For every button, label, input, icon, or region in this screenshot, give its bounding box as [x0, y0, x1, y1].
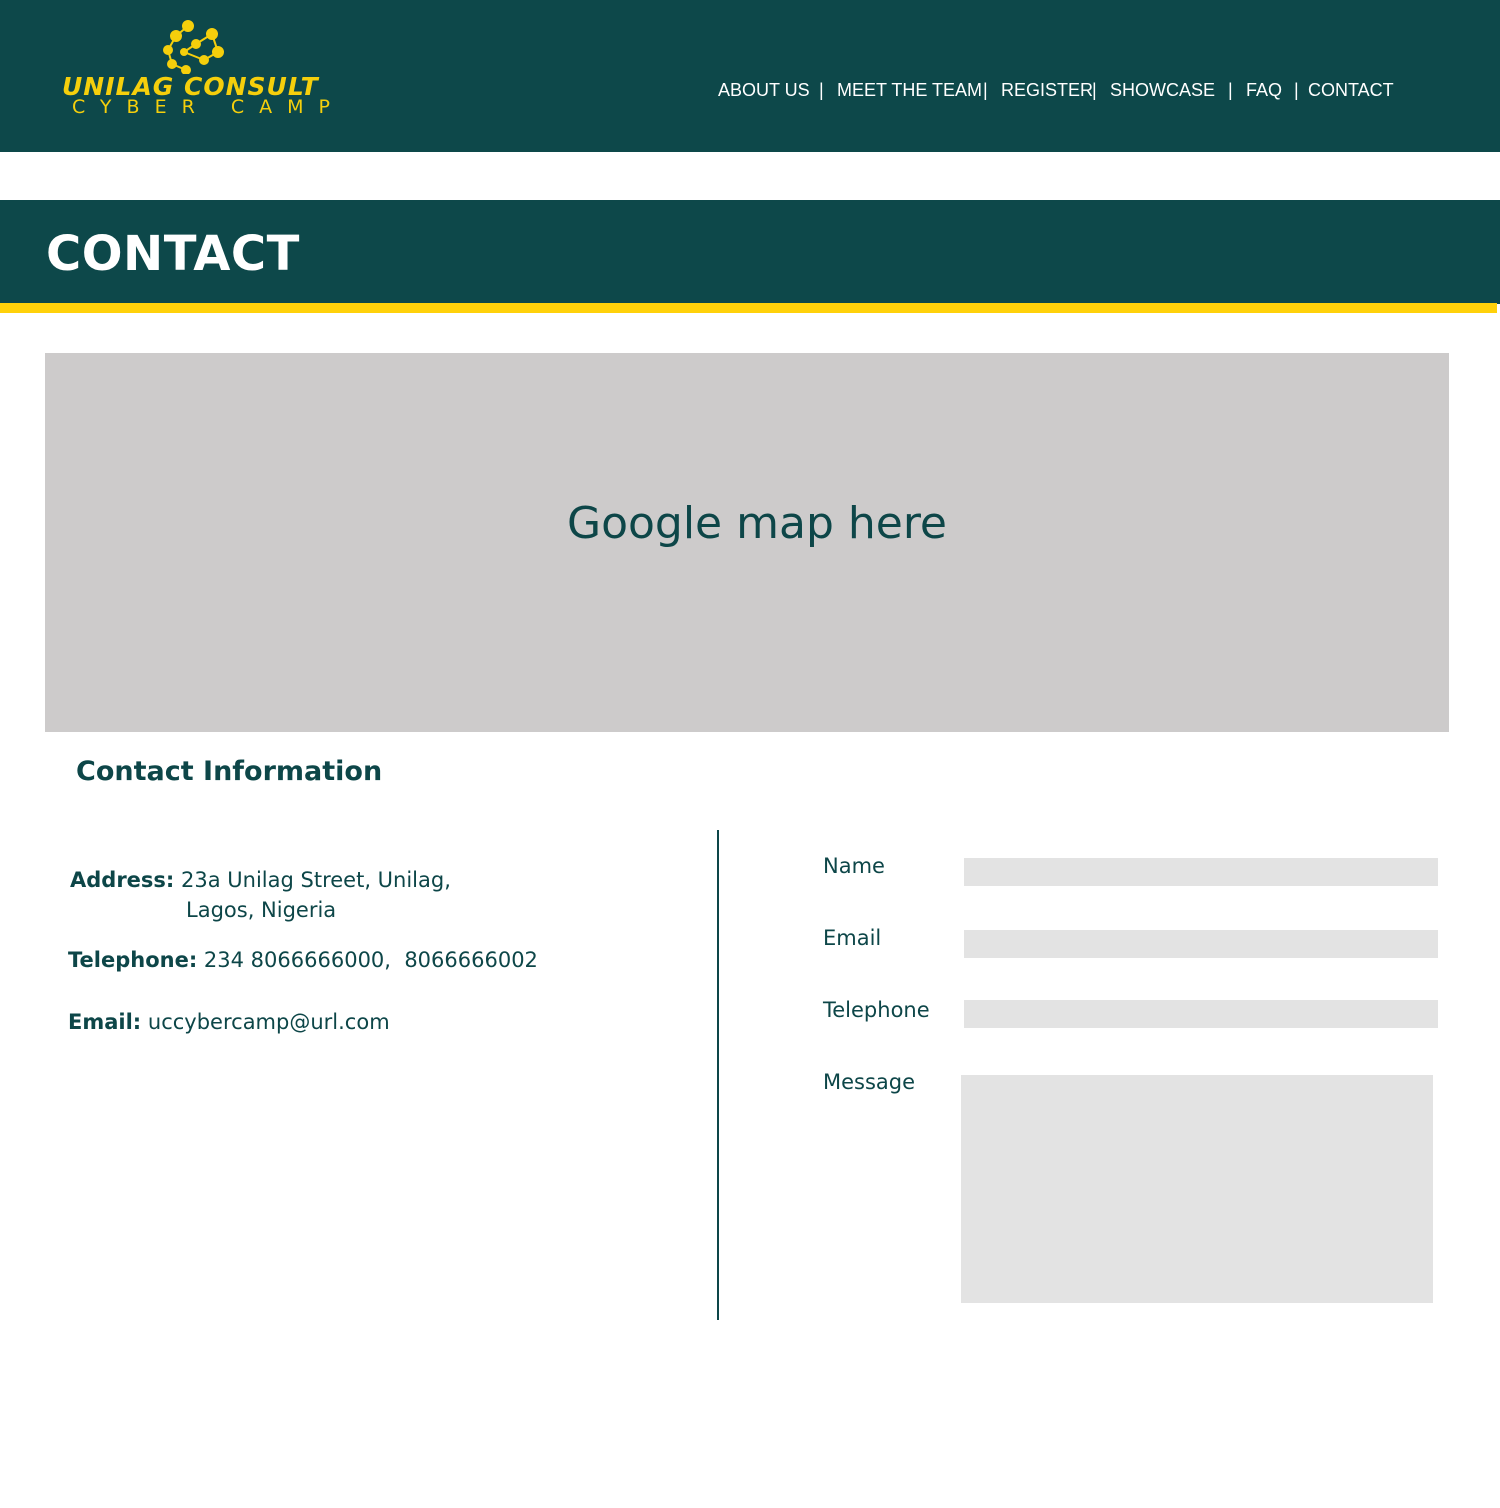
nav-register[interactable]: REGISTER — [1001, 80, 1093, 101]
nav-separator: | — [819, 80, 824, 100]
page-title: CONTACT — [46, 226, 300, 282]
email-form-label: Email — [823, 926, 882, 950]
address-value: 23a Unilag Street, Unilag, — [181, 868, 451, 892]
nav-separator: | — [1228, 80, 1233, 100]
nav-separator: | — [1294, 80, 1299, 100]
email-input[interactable] — [964, 930, 1438, 958]
nav-contact[interactable]: CONTACT — [1308, 80, 1394, 101]
message-textarea[interactable] — [961, 1075, 1433, 1303]
telephone-form-label: Telephone — [823, 998, 930, 1022]
nav-meet-the-team[interactable]: MEET THE TEAM — [837, 80, 982, 101]
telephone-input[interactable] — [964, 1000, 1438, 1028]
site-logo[interactable]: UNILAG CONSULT CYBER CAMP — [62, 20, 330, 120]
contact-info-title: Contact Information — [76, 756, 383, 787]
email-value[interactable]: uccybercamp@url.com — [148, 1010, 390, 1034]
nav-separator: | — [1092, 80, 1097, 100]
telephone-value: 234 8066666000, 8066666002 — [203, 948, 538, 972]
site-header: UNILAG CONSULT CYBER CAMP ABOUT US | MEE… — [0, 0, 1500, 152]
name-label: Name — [823, 854, 885, 878]
address-label: Address: — [70, 868, 175, 892]
map-placeholder[interactable]: Google map here — [45, 353, 1449, 732]
message-label: Message — [823, 1070, 916, 1094]
nav-about-us[interactable]: ABOUT US — [718, 80, 810, 101]
logo-subtitle: CYBER CAMP — [72, 96, 345, 118]
address-line-2: Lagos, Nigeria — [186, 898, 337, 922]
name-input[interactable] — [964, 858, 1438, 886]
molecule-icon — [163, 20, 224, 74]
vertical-divider — [717, 830, 719, 1320]
email-label: Email: — [68, 1010, 142, 1034]
banner-accent-bar — [0, 303, 1497, 313]
nav-showcase[interactable]: SHOWCASE — [1110, 80, 1215, 101]
map-placeholder-label: Google map here — [566, 498, 948, 549]
address-line-1: Address: 23a Unilag Street, Unilag, — [70, 868, 451, 892]
telephone-label: Telephone: — [68, 948, 198, 972]
page-banner: CONTACT — [0, 200, 1500, 304]
email-line: Email: uccybercamp@url.com — [68, 1010, 390, 1034]
nav-faq[interactable]: FAQ — [1246, 80, 1282, 101]
telephone-line: Telephone: 234 8066666000, 8066666002 — [68, 948, 538, 972]
nav-separator: | — [983, 80, 988, 100]
